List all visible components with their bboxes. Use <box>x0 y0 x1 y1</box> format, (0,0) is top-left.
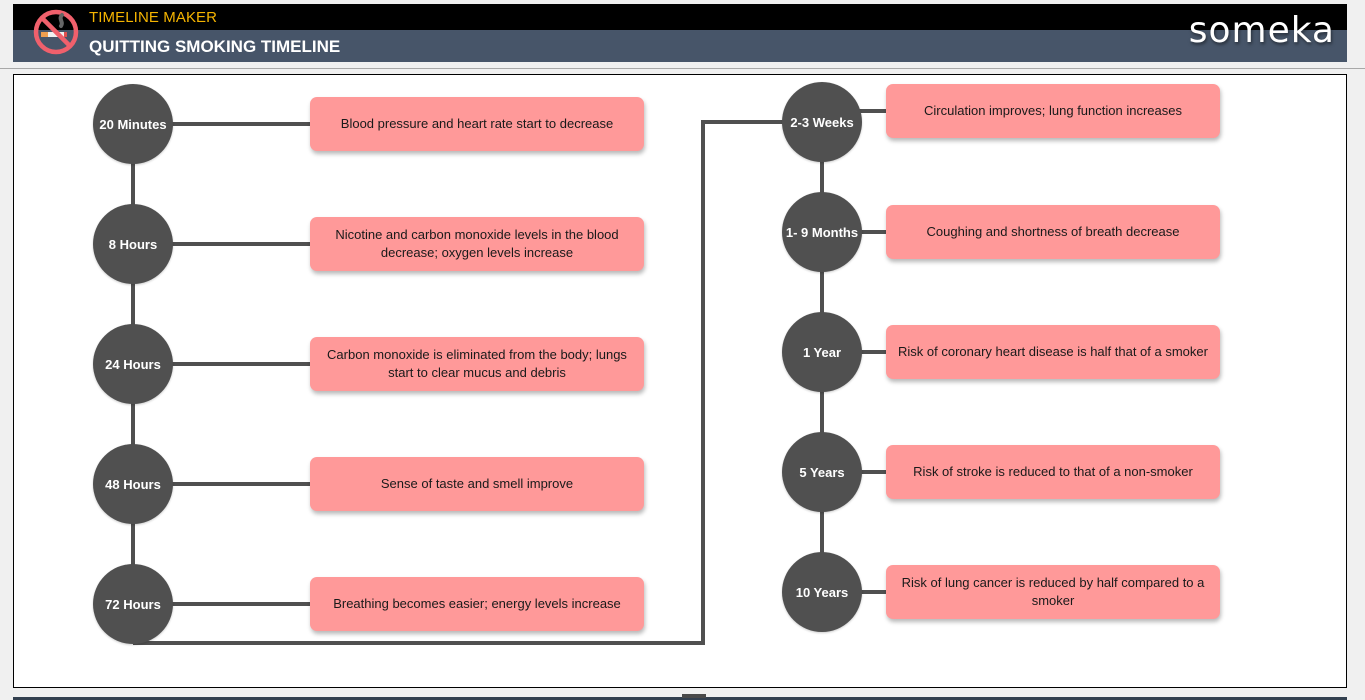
timeline-node[interactable]: 24 Hours <box>93 324 173 404</box>
timeline-event-box[interactable]: Circulation improves; lung function incr… <box>886 84 1220 138</box>
timeline-event-box[interactable]: Sense of taste and smell improve <box>310 457 644 511</box>
timeline-event-box[interactable]: Breathing becomes easier; energy levels … <box>310 577 644 631</box>
timeline-node[interactable]: 20 Minutes <box>93 84 173 164</box>
page-title: QUITTING SMOKING TIMELINE <box>89 37 341 56</box>
timeline-node[interactable]: 72 Hours <box>93 564 173 644</box>
timeline-event-box[interactable]: Risk of coronary heart disease is half t… <box>886 325 1220 379</box>
timeline-node[interactable]: 1- 9 Months <box>782 192 862 272</box>
app-name: TIMELINE MAKER <box>89 9 218 26</box>
timeline-node[interactable]: 10 Years <box>782 552 862 632</box>
timeline-node[interactable]: 48 Hours <box>93 444 173 524</box>
app-header: TIMELINE MAKER QUITTING SMOKING TIMELINE… <box>13 4 1347 62</box>
timeline-event-box[interactable]: Carbon monoxide is eliminated from the b… <box>310 337 644 391</box>
timeline-event-box[interactable]: Risk of lung cancer is reduced by half c… <box>886 565 1220 619</box>
timeline-node[interactable]: 5 Years <box>782 432 862 512</box>
timeline-node[interactable]: 2-3 Weeks <box>782 82 862 162</box>
timeline-event-box[interactable]: Nicotine and carbon monoxide levels in t… <box>310 217 644 271</box>
no-smoking-icon <box>33 9 79 55</box>
brand-logo[interactable]: someka <box>1189 10 1335 51</box>
timeline-event-box[interactable]: Risk of stroke is reduced to that of a n… <box>886 445 1220 499</box>
sheet-tab[interactable] <box>682 694 706 698</box>
header-separator <box>0 68 1365 69</box>
timeline-node[interactable]: 1 Year <box>782 312 862 392</box>
timeline-node[interactable]: 8 Hours <box>93 204 173 284</box>
timeline-event-box[interactable]: Blood pressure and heart rate start to d… <box>310 97 644 151</box>
timeline-event-box[interactable]: Coughing and shortness of breath decreas… <box>886 205 1220 259</box>
